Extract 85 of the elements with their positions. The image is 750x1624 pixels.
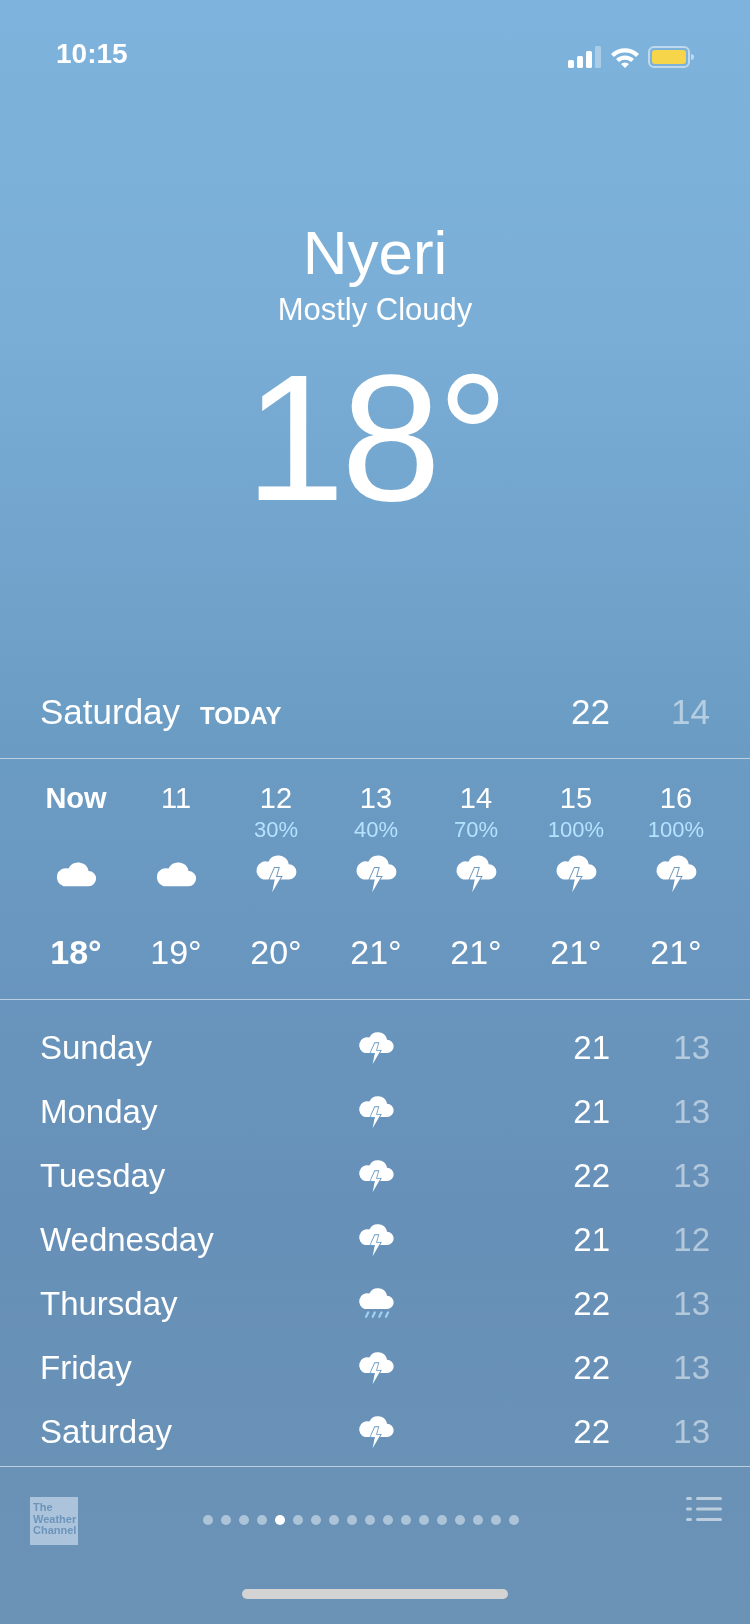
- list-icon[interactable]: [686, 1497, 722, 1521]
- day-name: Sunday: [40, 1029, 152, 1067]
- city-name: Nyeri: [302, 219, 448, 288]
- day-name: Tuesday: [40, 1157, 166, 1195]
- high-temperature: 22: [572, 1284, 610, 1325]
- high-temperature: 22: [572, 1156, 610, 1197]
- page-dot[interactable]: [437, 1515, 447, 1525]
- cloud-icon: [154, 860, 198, 888]
- hourly-temperature: 21°: [350, 933, 402, 971]
- hourly-temperature: 20°: [250, 933, 302, 971]
- low-temperature: 13: [672, 1412, 710, 1453]
- battery-icon: [648, 46, 694, 68]
- cloud-icon: [54, 860, 98, 888]
- status-time: 10:15: [56, 37, 128, 71]
- page-dot[interactable]: [239, 1515, 249, 1525]
- thunderstorm-icon: [357, 1222, 395, 1258]
- precipitation-chance: 100%: [647, 817, 705, 842]
- hour-label: 13: [359, 782, 393, 814]
- day-name: Friday: [40, 1349, 132, 1387]
- page-dot[interactable]: [365, 1515, 375, 1525]
- precipitation-chance: 30%: [253, 817, 298, 842]
- hour-label: 14: [459, 782, 493, 814]
- high-temperature: 22: [572, 1348, 610, 1389]
- weather-condition: Mostly Cloudy: [277, 291, 473, 330]
- low-temperature: 13: [672, 1028, 710, 1069]
- hour-label: Now: [45, 782, 107, 814]
- page-dot[interactable]: [203, 1515, 213, 1525]
- hourly-temperature: 21°: [650, 933, 702, 971]
- signal-icon: [568, 46, 602, 68]
- page-dot[interactable]: [275, 1515, 285, 1525]
- precipitation-chance: 40%: [353, 817, 398, 842]
- thunderstorm-icon: [357, 1030, 395, 1066]
- wifi-icon: [610, 46, 640, 68]
- hour-label: 12: [259, 782, 293, 814]
- thunderstorm-icon: [254, 854, 298, 894]
- high-temperature: 21: [572, 1220, 610, 1261]
- today-label: TODAY: [200, 700, 282, 731]
- page-dot[interactable]: [401, 1515, 411, 1525]
- thunderstorm-icon: [454, 854, 498, 894]
- page-dot[interactable]: [455, 1515, 465, 1525]
- current-temperature: 18°: [244, 347, 506, 528]
- page-dot[interactable]: [509, 1515, 519, 1525]
- page-dot[interactable]: [311, 1515, 321, 1525]
- thunderstorm-icon: [357, 1350, 395, 1386]
- thunderstorm-icon: [354, 854, 398, 894]
- thunderstorm-icon: [357, 1094, 395, 1130]
- page-dot[interactable]: [347, 1515, 357, 1525]
- precipitation-chance: 70%: [453, 817, 498, 842]
- hour-label: 16: [659, 782, 693, 814]
- low-temperature: 13: [672, 1284, 710, 1325]
- low-temperature: 13: [672, 1156, 710, 1197]
- page-dot[interactable]: [473, 1515, 483, 1525]
- thunderstorm-icon: [357, 1414, 395, 1450]
- hourly-temperature: 21°: [550, 933, 602, 971]
- day-name: Saturday: [40, 690, 181, 733]
- hour-label: 11: [160, 782, 192, 814]
- hourly-temperature: 18°: [50, 933, 102, 971]
- thunderstorm-icon: [357, 1158, 395, 1194]
- high-temperature: 22: [572, 1412, 610, 1453]
- hourly-temperature: 19°: [150, 933, 202, 971]
- page-dot[interactable]: [383, 1515, 393, 1525]
- low-temperature: 14: [670, 690, 710, 733]
- low-temperature: 13: [672, 1348, 710, 1389]
- day-name: Wednesday: [40, 1221, 214, 1259]
- high-temperature: 21: [572, 1028, 610, 1069]
- high-temperature: 22: [570, 690, 610, 733]
- hour-label: 15: [559, 782, 593, 814]
- day-name: Saturday: [40, 1413, 173, 1451]
- high-temperature: 21: [572, 1092, 610, 1133]
- home-indicator[interactable]: [242, 1589, 508, 1599]
- thunderstorm-icon: [654, 854, 698, 894]
- page-dot[interactable]: [257, 1515, 267, 1525]
- thunderstorm-icon: [554, 854, 598, 894]
- page-dot[interactable]: [329, 1515, 339, 1525]
- page-dot[interactable]: [293, 1515, 303, 1525]
- page-dot[interactable]: [419, 1515, 429, 1525]
- page-dot[interactable]: [491, 1515, 501, 1525]
- day-name: Thursday: [40, 1285, 178, 1323]
- day-name: Monday: [40, 1093, 158, 1131]
- weather-channel-logo: The Weather Channel: [30, 1497, 78, 1545]
- low-temperature: 13: [672, 1092, 710, 1133]
- page-dot[interactable]: [221, 1515, 231, 1525]
- precipitation-chance: 100%: [547, 817, 605, 842]
- low-temperature: 12: [672, 1220, 710, 1261]
- hourly-temperature: 21°: [450, 933, 502, 971]
